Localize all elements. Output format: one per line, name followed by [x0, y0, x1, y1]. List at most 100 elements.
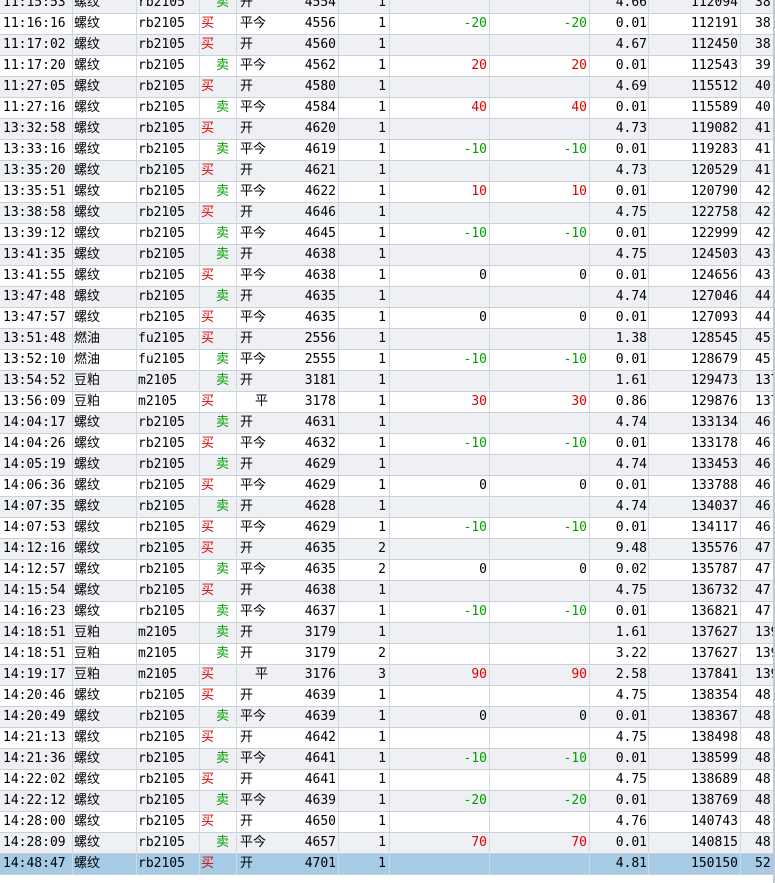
- trade-time: 14:48:47: [3, 856, 66, 871]
- open-close-flag: 平今: [240, 793, 267, 808]
- trade-quantity: 1: [378, 79, 386, 94]
- table-row[interactable]: 11:17:02 螺纹 rb2105 买 开 4560 1 4.67 112450 38: [0, 35, 775, 56]
- truncated-column-value: 46: [755, 457, 771, 472]
- table-row[interactable]: 14:22:02 螺纹 rb2105 买 开 4641 1 4.75 138689 48: [0, 770, 775, 791]
- contract-name: 螺纹: [74, 268, 101, 283]
- column-divider: [338, 581, 339, 602]
- column-divider: [72, 203, 73, 224]
- column-divider: [338, 602, 339, 623]
- table-row[interactable]: 13:41:55 螺纹 rb2105 买 平今 4638 1 0 0 0.01 124656 43: [0, 266, 775, 287]
- column-divider: [236, 161, 237, 182]
- trade-number: 134037: [691, 499, 738, 514]
- table-row[interactable]: 11:17:20 螺纹 rb2105 卖平今 4562 1 20 20 0.01 112543 39: [0, 56, 775, 77]
- column-divider: [72, 371, 73, 392]
- table-row[interactable]: 11:27:16 螺纹 rb2105 卖平今 4584 1 40 40 0.01 115589 40: [0, 98, 775, 119]
- contract-code: rb2105: [138, 478, 185, 493]
- close-profit-total: [490, 455, 587, 475]
- table-row[interactable]: 13:54:52 豆粕 m2105 卖开 3181 1 1.61 129473 137: [0, 371, 775, 392]
- column-divider: [136, 392, 137, 413]
- close-profit-total: [490, 812, 587, 832]
- table-row[interactable]: 13:35:20 螺纹 rb2105 买 开 4621 1 4.73 120529 41: [0, 161, 775, 182]
- commission: 0.01: [615, 16, 647, 31]
- commission: 4.75: [615, 688, 647, 703]
- column-divider: [338, 287, 339, 308]
- contract-name: 豆粕: [74, 373, 101, 388]
- table-row[interactable]: 14:04:26 螺纹 rb2105 买 平今 4632 1 -10 -10 0.01 133178…: [0, 434, 775, 455]
- table-row[interactable]: 14:20:46 螺纹 rb2105 买 开 4639 1 4.75 138354 48: [0, 686, 775, 707]
- column-divider: [72, 812, 73, 833]
- table-row[interactable]: 14:04:17 螺纹 rb2105 卖开 4631 1 4.74 133134 46: [0, 413, 775, 434]
- close-profit: 0: [479, 310, 487, 325]
- close-profit-total: [490, 854, 587, 874]
- contract-code: rb2105: [138, 751, 185, 766]
- contract-name: 豆粕: [74, 625, 101, 640]
- table-row[interactable]: 14:18:51 豆粕 m2105 卖开 3179 1 1.61 137627 139: [0, 623, 775, 644]
- table-row[interactable]: 13:51:48 燃油 fu2105 买 开 2556 1 1.38 128545 45: [0, 329, 775, 350]
- table-row[interactable]: 14:16:23 螺纹 rb2105 卖平今 4637 1 -10 -10 0.01 136821…: [0, 602, 775, 623]
- commission: 0.01: [615, 793, 647, 808]
- trade-time: 14:18:51: [3, 625, 66, 640]
- table-row[interactable]: 14:12:57 螺纹 rb2105 卖平今 4635 2 0 0 0.02 135787 47: [0, 560, 775, 581]
- table-row[interactable]: 14:21:36 螺纹 rb2105 卖平今 4641 1 -10 -10 0.01 138599…: [0, 749, 775, 770]
- table-row[interactable]: 14:20:49 螺纹 rb2105 卖平今 4639 1 0 0 0.01 138367 48: [0, 707, 775, 728]
- table-row[interactable]: 14:18:51 豆粕 m2105 卖开 3179 2 3.22 137627 139: [0, 644, 775, 665]
- trade-time: 11:17:02: [3, 37, 66, 52]
- column-divider: [72, 392, 73, 413]
- table-row[interactable]: 14:28:09 螺纹 rb2105 卖平今 4657 1 70 70 0.01 140815 48: [0, 833, 775, 854]
- column-divider: [648, 119, 649, 140]
- table-row[interactable]: 14:06:36 螺纹 rb2105 买 平今 4629 1 0 0 0.01 133788 46: [0, 476, 775, 497]
- table-row[interactable]: 14:21:13 螺纹 rb2105 买 开 4642 1 4.75 138498 48: [0, 728, 775, 749]
- trade-number: 124656: [691, 268, 738, 283]
- table-row[interactable]: 13:52:10 燃油 fu2105 卖平今 2555 1 -10 -10 0.01 128679…: [0, 350, 775, 371]
- trade-records-table[interactable]: 11:15:53 螺纹 rb2105 卖开 4554 1 4.66 112094 38 11:16…: [0, 0, 775, 875]
- table-row[interactable]: 14:19:17豆粕m2105买平3176390902.58137841139: [0, 665, 775, 686]
- contract-name: 螺纹: [74, 562, 101, 577]
- column-divider: [648, 539, 649, 560]
- table-row[interactable]: 13:32:58 螺纹 rb2105 买 开 4620 1 4.73 119082 41: [0, 119, 775, 140]
- commission: 0.01: [615, 520, 647, 535]
- table-row[interactable]: 13:35:51 螺纹 rb2105 卖平今 4622 1 10 10 0.01 120790 42: [0, 182, 775, 203]
- table-row-selected[interactable]: 14:48:47 螺纹 rb2105 买 开 4701 1 4.81 150150 52: [0, 854, 775, 875]
- close-profit-total: -10: [563, 142, 587, 157]
- open-close-flag: 开: [240, 856, 254, 871]
- column-divider: [338, 749, 339, 770]
- column-divider: [136, 14, 137, 35]
- trade-number: 136732: [691, 583, 738, 598]
- table-row[interactable]: 13:56:09豆粕m2105买平3178130300.86129876137: [0, 392, 775, 413]
- table-row[interactable]: 14:07:35 螺纹 rb2105 卖开 4628 1 4.74 134037 46: [0, 497, 775, 518]
- trade-number: 129876: [691, 394, 738, 409]
- table-row[interactable]: 13:33:16 螺纹 rb2105 卖平今 4619 1 -10 -10 0.01 119283…: [0, 140, 775, 161]
- close-profit: [390, 539, 487, 559]
- truncated-column-value: 44: [755, 289, 771, 304]
- column-divider: [72, 434, 73, 455]
- table-row[interactable]: 11:27:05 螺纹 rb2105 买 开 4580 1 4.69 115512 40: [0, 77, 775, 98]
- column-divider: [648, 707, 649, 728]
- close-profit-total: [490, 203, 587, 223]
- column-divider: [740, 581, 741, 602]
- truncated-column-value: 45: [755, 331, 771, 346]
- trade-time: 13:35:51: [3, 184, 66, 199]
- truncated-column-value: 47: [755, 583, 771, 598]
- trade-time: 13:32:58: [3, 121, 66, 136]
- truncated-column-value: 139: [755, 625, 775, 640]
- table-row[interactable]: 11:15:53 螺纹 rb2105 卖开 4554 1 4.66 112094 38: [0, 0, 775, 14]
- open-close-flag: 开: [240, 646, 254, 661]
- trade-price: 4642: [304, 730, 336, 745]
- commission: 4.73: [615, 163, 647, 178]
- table-row[interactable]: 14:15:54 螺纹 rb2105 买 开 4638 1 4.75 136732 47: [0, 581, 775, 602]
- column-divider: [72, 707, 73, 728]
- table-row[interactable]: 13:38:58 螺纹 rb2105 买 开 4646 1 4.75 122758 42: [0, 203, 775, 224]
- table-row[interactable]: 11:16:16 螺纹 rb2105 买 平今 4556 1 -20 -20 0.01 112191…: [0, 14, 775, 35]
- table-row[interactable]: 14:22:12 螺纹 rb2105 卖平今 4639 1 -20 -20 0.01 138769…: [0, 791, 775, 812]
- table-row[interactable]: 14:28:00 螺纹 rb2105 买 开 4650 1 4.76 140743 48: [0, 812, 775, 833]
- table-row[interactable]: 13:47:57 螺纹 rb2105 买 平今 4635 1 0 0 0.01 127093 44: [0, 308, 775, 329]
- contract-code: rb2105: [138, 520, 185, 535]
- table-row[interactable]: 13:41:35 螺纹 rb2105 卖开 4638 1 4.75 124503 43: [0, 245, 775, 266]
- table-row[interactable]: 13:47:48 螺纹 rb2105 卖开 4635 1 4.74 127046 44: [0, 287, 775, 308]
- column-divider: [136, 728, 137, 749]
- table-row[interactable]: 14:12:16 螺纹 rb2105 买 开 4635 2 9.48 135576 47: [0, 539, 775, 560]
- side-buy: 买: [201, 478, 215, 493]
- table-row[interactable]: 14:05:19 螺纹 rb2105 卖开 4629 1 4.74 133453 46: [0, 455, 775, 476]
- table-row[interactable]: 13:39:12 螺纹 rb2105 卖平今 4645 1 -10 -10 0.01 122999…: [0, 224, 775, 245]
- table-row[interactable]: 14:07:53 螺纹 rb2105 买 平今 4629 1 -10 -10 0.01 134117…: [0, 518, 775, 539]
